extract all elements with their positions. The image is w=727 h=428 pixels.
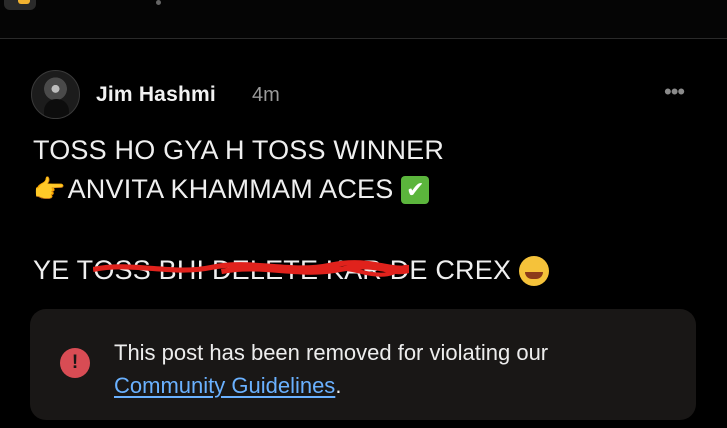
top-dot — [156, 0, 161, 5]
redacted-text: OSS BHI DELETE KAR D — [93, 255, 410, 286]
check-mark-icon: ✔ — [401, 175, 430, 204]
post-line-3-suffix: E CREX — [409, 255, 512, 285]
community-guidelines-link[interactable]: Community Guidelines — [114, 373, 335, 398]
notice-message: This post has been removed for violating… — [114, 340, 549, 365]
post-line-3-prefix: YE T — [33, 255, 94, 285]
post-time: 4m — [252, 84, 280, 106]
more-options-icon[interactable]: ••• — [664, 81, 685, 103]
top-header-strip — [0, 0, 727, 38]
post-line-2-text: ANVITA KHAMMAM ACES — [67, 174, 394, 204]
notice-suffix: . — [335, 373, 342, 398]
redacted-text-content: OSS BHI DELETE KAR D — [93, 255, 410, 285]
pointing-hand-icon: 👉 — [33, 174, 66, 204]
app-icon[interactable] — [4, 0, 36, 10]
header-divider — [0, 38, 727, 39]
notice-text: This post has been removed for violating… — [114, 336, 674, 402]
post-line-1: TOSS HO GYA H TOSS WINNER — [33, 135, 445, 165]
post-line-2: 👉 ANVITA KHAMMAM ACES ✔ — [33, 174, 430, 205]
laughing-emoji-icon — [519, 255, 550, 286]
author-name[interactable]: Jim Hashmi — [96, 83, 216, 107]
post-line-3: YE T OSS BHI DELETE KAR D E CREX — [33, 255, 550, 286]
alert-icon: ! — [60, 348, 90, 378]
avatar[interactable] — [31, 70, 80, 119]
